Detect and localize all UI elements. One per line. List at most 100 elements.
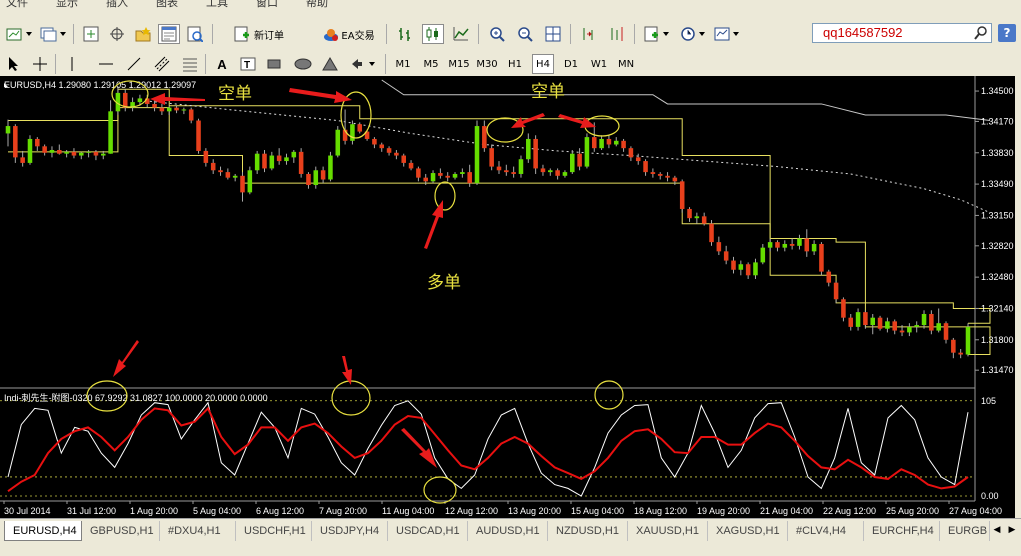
tile-windows-button[interactable] — [542, 24, 564, 44]
timeframe-m15[interactable]: M15 — [446, 54, 472, 74]
arrows-button[interactable] — [348, 54, 378, 74]
add-indicator-icon — [644, 26, 669, 42]
chart-tab[interactable]: GBPUSD,H1 — [82, 521, 160, 541]
candlestick-icon — [426, 27, 438, 41]
candle-body — [108, 111, 113, 154]
channel-button[interactable] — [152, 54, 172, 74]
candlestick-chart-button[interactable] — [422, 24, 444, 44]
search-input[interactable]: qq164587592 — [812, 23, 992, 43]
menu-view[interactable]: 显示 — [56, 0, 78, 8]
menu-insert[interactable]: 插入 — [106, 0, 128, 8]
zoom-out-icon — [518, 27, 533, 42]
chart-tab[interactable]: USDCHF,H1 — [236, 521, 312, 541]
chart-tab[interactable]: XAGUSD,H1 — [708, 521, 788, 541]
market-watch-button[interactable] — [80, 24, 102, 44]
expert-advisors-button[interactable]: EA交易 — [318, 24, 380, 44]
text-label-button[interactable]: T — [238, 54, 258, 74]
chart-tab[interactable]: USDCAD,H1 — [388, 521, 468, 541]
timeframe-m5[interactable]: M5 — [420, 54, 442, 74]
timeframe-m30[interactable]: M30 — [474, 54, 500, 74]
help-button[interactable]: ? — [998, 24, 1016, 42]
timeframe-m1[interactable]: M1 — [392, 54, 414, 74]
strategy-tester-button[interactable] — [184, 24, 206, 44]
candle-body — [760, 247, 766, 263]
auto-scroll-button[interactable] — [606, 24, 628, 44]
candle-body — [93, 151, 99, 156]
search-icon[interactable] — [974, 26, 988, 40]
rectangle-button[interactable] — [264, 54, 284, 74]
tab-scroll-left-icon[interactable]: ◀ — [990, 523, 1004, 537]
vertical-line-button[interactable] — [62, 54, 82, 74]
terminal-window-icon — [161, 26, 177, 42]
timeframe-h1[interactable]: H1 — [504, 54, 526, 74]
menu-tools[interactable]: 工具 — [206, 0, 228, 8]
menu-window[interactable]: 窗口 — [256, 0, 278, 8]
candle-body — [665, 175, 670, 178]
indicators-button[interactable] — [642, 24, 672, 44]
crosshair-move-icon — [110, 27, 124, 41]
templates-button[interactable] — [712, 24, 742, 44]
profiles-button[interactable] — [38, 24, 68, 44]
candle-body — [35, 138, 40, 147]
navigator-button[interactable] — [106, 24, 128, 44]
cursor-button[interactable] — [4, 54, 24, 74]
chart-tab[interactable]: #DXU4,H1 — [160, 521, 236, 541]
candle-body — [775, 242, 780, 248]
timeframe-mn[interactable]: MN — [614, 54, 638, 74]
new-order-icon — [234, 26, 249, 42]
bar-chart-button[interactable] — [394, 24, 416, 44]
time-tick-label: 7 Aug 20:00 — [319, 506, 367, 516]
timeframe-d1[interactable]: D1 — [560, 54, 582, 74]
time-tick-label: 15 Aug 04:00 — [571, 506, 624, 516]
tab-scroll-right-icon[interactable]: ▶ — [1005, 523, 1019, 537]
candle-body — [540, 168, 546, 173]
chart-tab[interactable]: USDJPY,H4 — [312, 521, 388, 541]
horizontal-line-button[interactable] — [96, 54, 116, 74]
crosshair-button[interactable] — [30, 54, 50, 74]
chart-tab[interactable]: EURCHF,H4 — [864, 521, 940, 541]
chart-window[interactable]: 1.34500 1.34170 1.33830 1.33490 1.33150 1.328… — [0, 76, 1021, 518]
candle-body — [225, 172, 231, 178]
chart-tab[interactable]: NZDUSD,H1 — [548, 521, 628, 541]
trendline-button[interactable] — [124, 54, 144, 74]
zoom-in-button[interactable] — [486, 24, 508, 44]
periods-button[interactable] — [678, 24, 708, 44]
chart-tab[interactable]: EURGB — [940, 521, 990, 541]
candle-body — [298, 151, 304, 174]
chart-tab[interactable]: EURUSD,H4 — [4, 521, 82, 541]
chart-shift-button[interactable] — [578, 24, 600, 44]
menu-chart[interactable]: 图表 — [156, 0, 178, 8]
chart-tab[interactable]: #CLV4,H4 — [788, 521, 864, 541]
toolbar-separator — [386, 24, 387, 44]
new-chart-button[interactable] — [4, 24, 34, 44]
ellipse-button[interactable] — [292, 54, 314, 74]
magnifier-chart-icon — [187, 26, 203, 42]
candle-body — [526, 138, 531, 160]
candle-body — [577, 153, 582, 167]
chart-tabs: EURUSD,H4 GBPUSD,H1 #DXU4,H1 USDCHF,H1 USDJP… — [0, 518, 1021, 556]
time-tick-label: 31 Jul 12:00 — [67, 506, 116, 516]
new-order-button[interactable]: 新订单 — [228, 24, 290, 44]
price-tick-label: 1.31800 — [981, 335, 1014, 345]
menu-help[interactable]: 帮助 — [306, 0, 328, 8]
zoom-out-button[interactable] — [514, 24, 536, 44]
timeframe-w1[interactable]: W1 — [588, 54, 610, 74]
terminal-button[interactable] — [158, 24, 180, 44]
menu-file[interactable]: 文件 — [6, 0, 28, 8]
tile-windows-icon — [545, 26, 561, 42]
candle-body — [672, 177, 678, 182]
favorites-button[interactable] — [132, 24, 154, 44]
time-tick-label: 19 Aug 20:00 — [697, 506, 750, 516]
candle-body — [892, 321, 897, 331]
line-chart-button[interactable] — [450, 24, 472, 44]
fibonacci-button[interactable] — [180, 54, 200, 74]
candle-body — [152, 103, 157, 108]
chart-tab[interactable]: AUDUSD,H1 — [468, 521, 548, 541]
text-button[interactable]: A — [212, 54, 232, 74]
fibonacci-icon — [183, 58, 197, 72]
timeframe-h4[interactable]: H4 — [532, 54, 554, 74]
menu-bar: 文件 显示 插入 图表 工具 窗口 帮助 — [0, 0, 1021, 8]
chart-tab[interactable]: XAUUSD,H1 — [628, 521, 708, 541]
indicator-header: Indi-刺先生-附图-0320 67.9292 31.0827 100.000… — [4, 392, 268, 403]
triangle-button[interactable] — [320, 54, 340, 74]
